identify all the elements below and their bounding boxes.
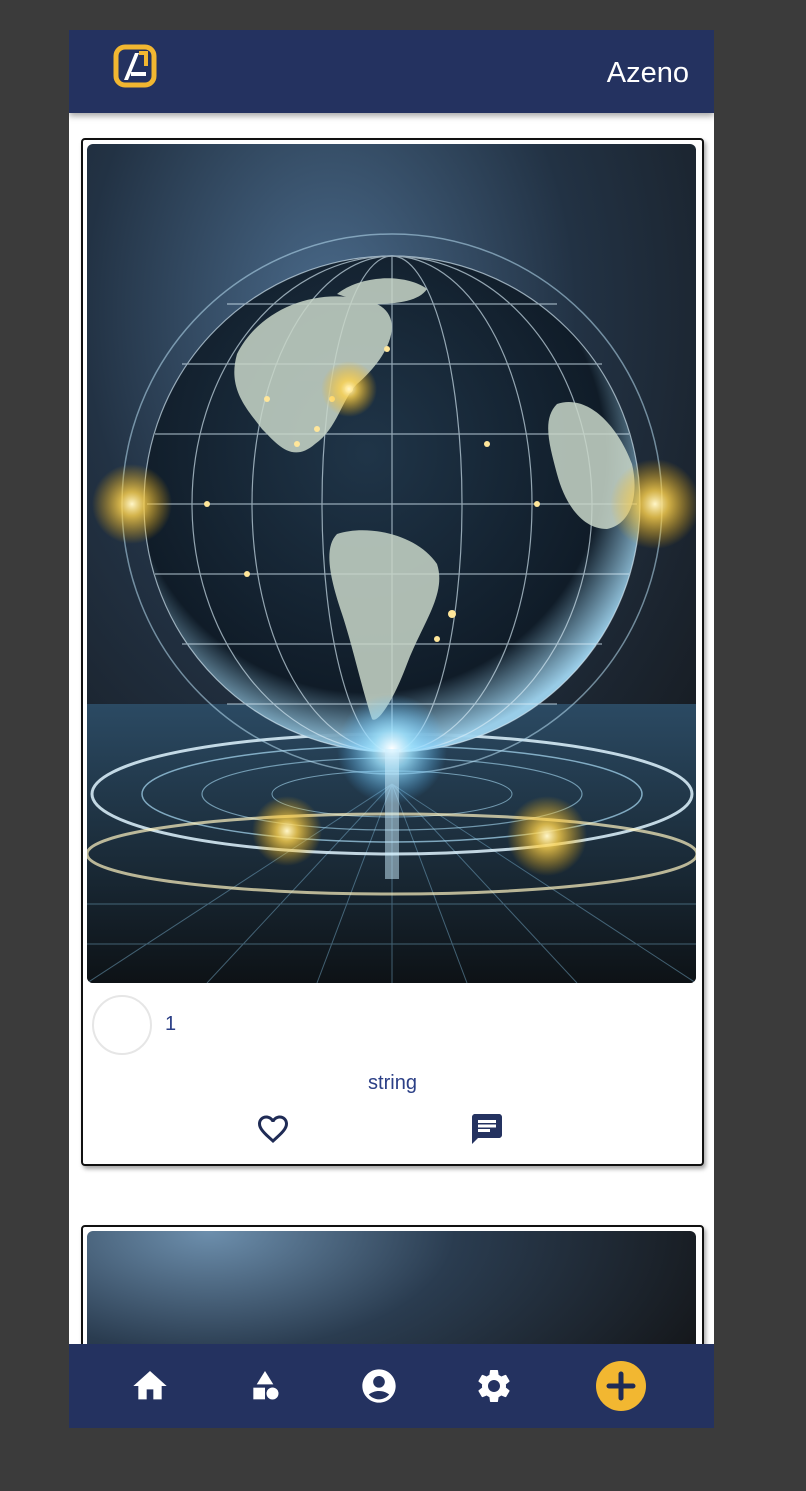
post-card [81,1225,704,1344]
nav-profile-button[interactable] [359,1366,399,1406]
post-feed[interactable]: 1 string [69,113,714,1344]
top-app-bar: Azeno [69,30,714,113]
shapes-icon [253,1371,279,1400]
home-icon [133,1371,167,1400]
heart-outline-icon [258,1115,288,1144]
post-image[interactable] [87,1231,696,1344]
post-caption: string [368,1072,417,1094]
nav-home-button[interactable] [130,1366,170,1406]
account-circle-icon [362,1369,396,1403]
app-title: Azeno [606,57,689,89]
create-post-button[interactable] [596,1361,646,1411]
nav-categories-button[interactable] [245,1366,285,1406]
post-image[interactable] [87,144,696,983]
comment-button[interactable] [469,1111,505,1147]
like-button[interactable] [255,1111,291,1147]
nav-settings-button[interactable] [474,1366,514,1406]
plus-icon [606,1371,636,1401]
app-window: Azeno 1 string [69,30,714,1428]
gear-icon [478,1370,510,1402]
azeno-logo-icon[interactable] [113,44,157,88]
author-avatar[interactable] [92,995,152,1055]
post-card: 1 string [81,138,704,1166]
bottom-navigation [69,1344,714,1428]
post-author[interactable]: 1 [165,1013,176,1036]
chat-bubble-icon [472,1114,502,1144]
